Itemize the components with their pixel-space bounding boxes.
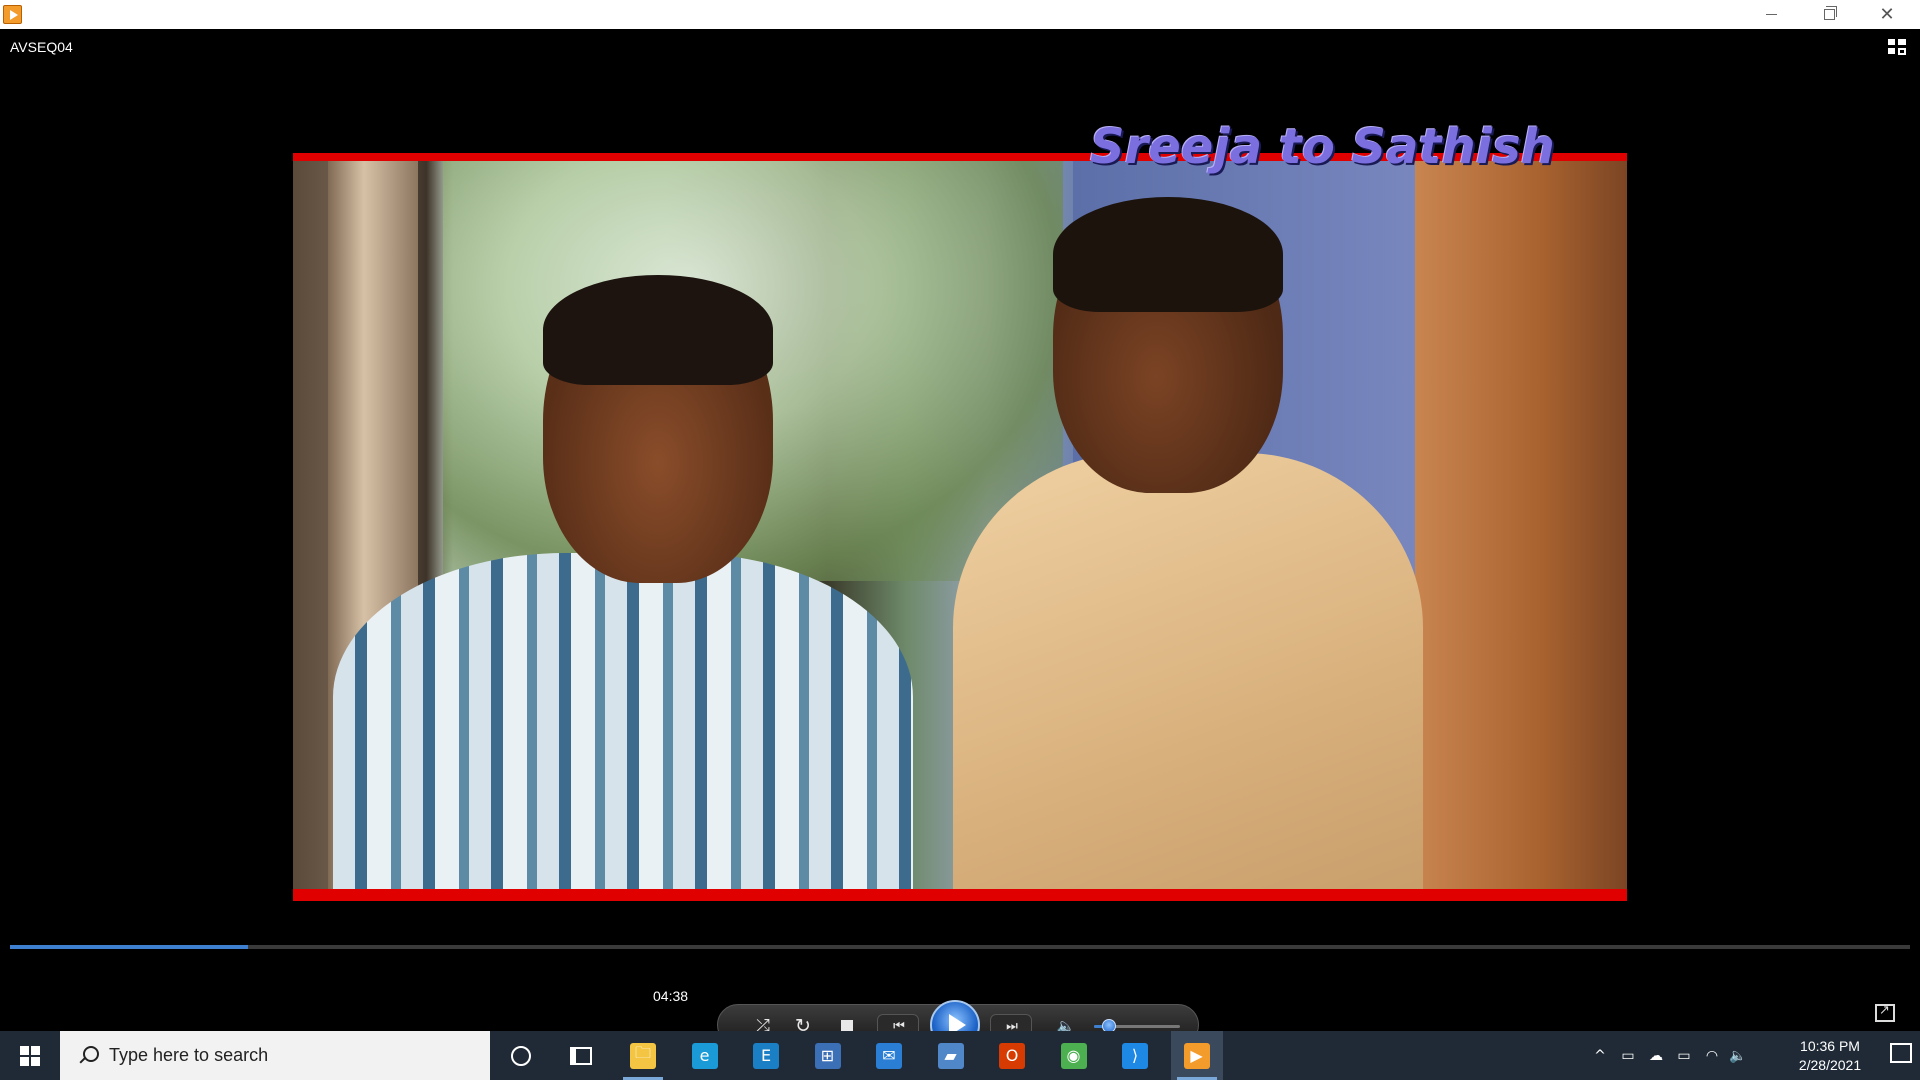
mail-icon: ✉ xyxy=(876,1042,902,1069)
taskbar-app-edge[interactable]: e xyxy=(679,1031,731,1080)
taskbar-app-mail[interactable]: ✉ xyxy=(863,1031,915,1080)
battery-icon[interactable]: ▭ xyxy=(1672,1031,1696,1080)
start-button[interactable] xyxy=(0,1031,60,1080)
file-explorer-icon: 🗀 xyxy=(630,1042,656,1069)
app-e-icon: E xyxy=(753,1042,779,1069)
taskbar-app-chrome[interactable]: ◉ xyxy=(1048,1031,1100,1080)
clock-time: 10:36 PM xyxy=(1800,1038,1860,1054)
media-player-icon: ▶ xyxy=(1183,1042,1210,1069)
taskbar-app-app-e[interactable]: E xyxy=(740,1031,792,1080)
seek-bar[interactable] xyxy=(10,945,1910,949)
wifi-icon[interactable]: ◠ xyxy=(1700,1031,1724,1080)
restore-button[interactable] xyxy=(1800,0,1858,29)
clock-date: 2/28/2021 xyxy=(1798,1057,1862,1073)
taskbar-app-file-explorer[interactable]: 🗀 xyxy=(617,1031,669,1080)
chrome-icon: ◉ xyxy=(1060,1042,1087,1069)
vscode-icon: ⟩ xyxy=(1122,1042,1148,1069)
taskbar-app-remote[interactable]: ▰ xyxy=(925,1031,977,1080)
volume-tray-icon[interactable]: 🔈 xyxy=(1726,1031,1750,1080)
video-person-right xyxy=(933,197,1453,901)
video-frame[interactable] xyxy=(293,153,1627,901)
close-button[interactable]: ✕ xyxy=(1858,0,1916,29)
cortana-icon xyxy=(511,1045,531,1066)
store-icon: ⊞ xyxy=(814,1042,841,1069)
windows-logo-icon xyxy=(20,1045,40,1066)
timecode: 04:38 xyxy=(653,988,689,1004)
video-caption-container: Sreeja to Sathish xyxy=(1090,119,1555,175)
player-area: AVSEQ04 Sreeja to Sathish 04:38 ⤮ ↻ ⏮ ⏭ … xyxy=(0,29,1920,1050)
fullscreen-icon[interactable] xyxy=(1875,1003,1895,1022)
search-icon xyxy=(77,1045,99,1067)
search-input[interactable] xyxy=(109,1045,489,1066)
video-caption: Sreeja to Sathish xyxy=(1090,119,1555,175)
task-view-icon xyxy=(570,1046,592,1065)
taskbar: 🗀 e E ⊞ ✉ ▰ O ◉ ⟩ ▶ ^ ▭ ☁ ▭ ◠ 🔈 10:36 PM 2/28/202… xyxy=(0,1031,1920,1080)
title-bar: ✕ xyxy=(0,0,1920,29)
notification-center-icon[interactable] xyxy=(1890,1043,1912,1063)
show-hidden-icons-chevron[interactable]: ^ xyxy=(1588,1031,1612,1080)
office-icon: O xyxy=(999,1042,1025,1069)
taskbar-app-vscode[interactable]: ⟩ xyxy=(1109,1031,1161,1080)
taskbar-app-store[interactable]: ⊞ xyxy=(802,1031,854,1080)
taskbar-search-box[interactable] xyxy=(60,1031,490,1080)
edge-icon: e xyxy=(691,1042,718,1069)
taskbar-app-media-player[interactable]: ▶ xyxy=(1170,1031,1223,1080)
clock[interactable]: 10:36 PM 2/28/2021 xyxy=(1790,1037,1870,1075)
media-player-app-icon xyxy=(3,5,22,24)
volume-slider[interactable] xyxy=(1094,1019,1180,1033)
onedrive-icon[interactable]: ☁ xyxy=(1642,1031,1670,1080)
video-person-left xyxy=(333,275,913,901)
media-title: AVSEQ04 xyxy=(10,39,73,55)
minimize-icon xyxy=(1765,14,1777,15)
video-red-border-bottom xyxy=(293,889,1627,901)
restore-icon xyxy=(1823,6,1837,20)
seek-bar-progress xyxy=(10,945,248,949)
system-tray: ^ ▭ ☁ ▭ ◠ 🔈 10:36 PM 2/28/2021 xyxy=(1580,1031,1920,1080)
meet-now-icon[interactable]: ▭ xyxy=(1616,1031,1640,1080)
chevron-up-icon: ^ xyxy=(1594,1047,1606,1064)
task-view-button[interactable] xyxy=(555,1031,607,1080)
close-icon: ✕ xyxy=(1879,4,1895,25)
remote-icon: ▰ xyxy=(937,1042,964,1069)
cortana-button[interactable] xyxy=(495,1031,547,1080)
minimize-button[interactable] xyxy=(1742,0,1800,29)
switch-to-library-icon[interactable] xyxy=(1888,39,1906,55)
taskbar-app-office[interactable]: O xyxy=(986,1031,1038,1080)
